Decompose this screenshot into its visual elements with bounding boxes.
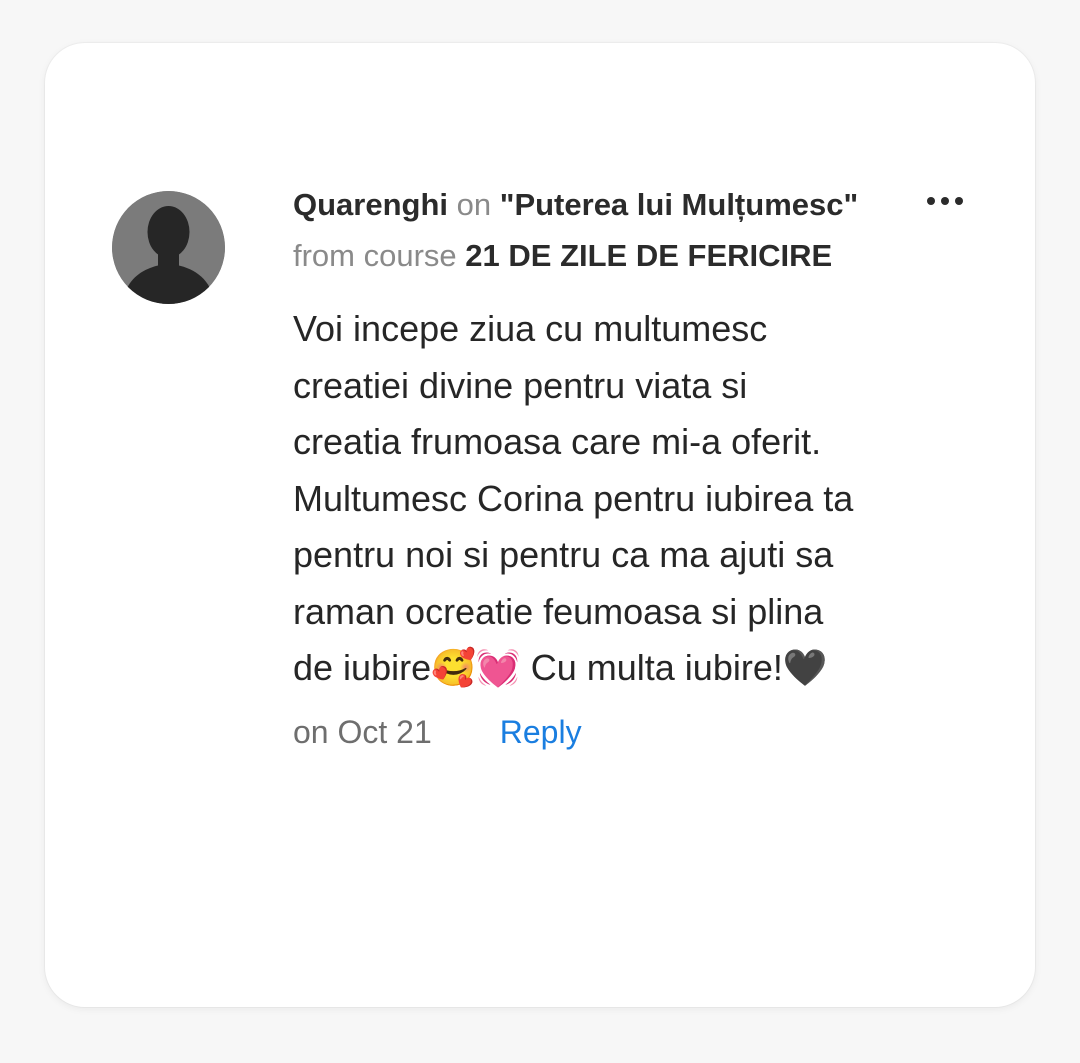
user-avatar[interactable] [112, 191, 225, 304]
comment-content: Quarenghi on "Puterea lui Mulțumesc" fro… [293, 179, 863, 753]
comment-header: Quarenghi on "Puterea lui Mulțumesc" fro… [293, 179, 863, 281]
lesson-title-link[interactable]: "Puterea lui Mulțumesc" [500, 187, 858, 222]
author-name[interactable]: Quarenghi [293, 187, 448, 222]
comment-footer: on Oct 21 Reply [293, 711, 863, 753]
more-horizontal-icon [927, 197, 963, 205]
course-title-link[interactable]: 21 DE ZILE DE FERICIRE [465, 238, 832, 273]
on-word: on [456, 187, 492, 222]
from-course-text: from course [293, 238, 457, 273]
more-options-button[interactable] [921, 188, 969, 214]
comment-body: Voi incepe ziua cu multumesc creatiei di… [293, 308, 864, 688]
comment-card: Quarenghi on "Puterea lui Mulțumesc" fro… [45, 43, 1035, 1007]
user-silhouette-icon [112, 191, 225, 304]
comment-date: on Oct 21 [293, 713, 432, 750]
reply-button[interactable]: Reply [500, 711, 582, 753]
